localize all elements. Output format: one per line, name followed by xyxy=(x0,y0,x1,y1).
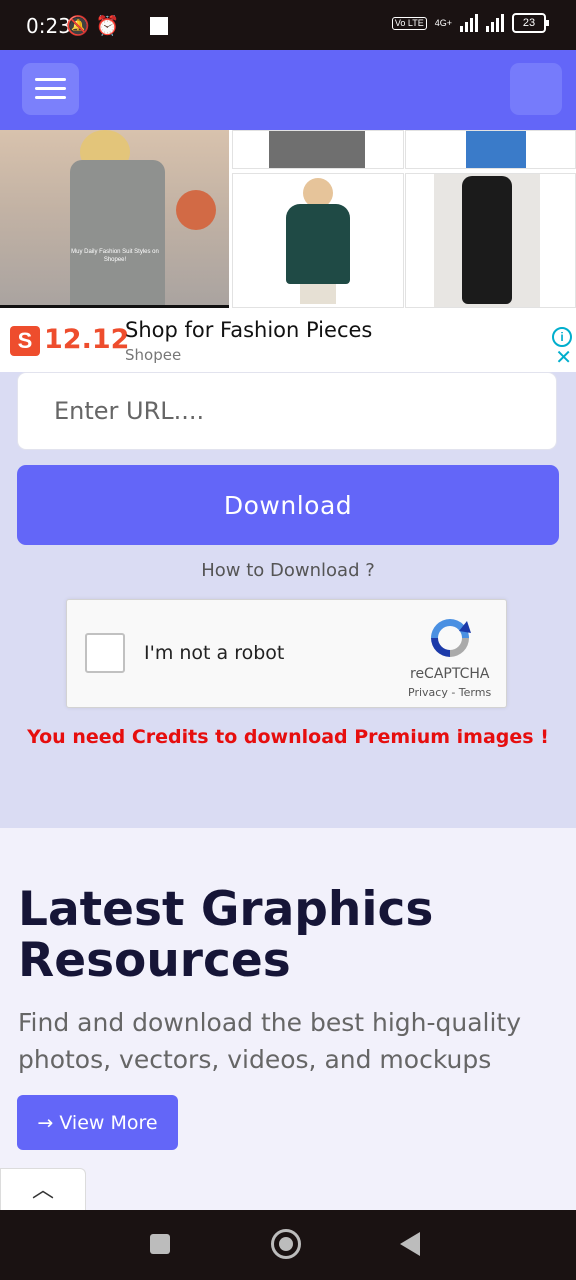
download-form-section: Download How to Download ? I'm not a rob… xyxy=(0,372,576,828)
back-icon[interactable] xyxy=(400,1232,420,1256)
battery-icon: 23 xyxy=(512,13,549,33)
status-bar: 0:23 🔕⏰ Vo LTE 4G+ 23 xyxy=(0,0,576,50)
system-nav-bar xyxy=(0,1210,576,1280)
scroll-to-top-button[interactable]: ︿ xyxy=(0,1168,86,1211)
recaptcha-brand: reCAPTCHA xyxy=(410,666,490,682)
home-icon[interactable] xyxy=(271,1229,301,1259)
latest-resources-section: Latest Graphics Resources Find and downl… xyxy=(0,828,576,1211)
signal-icon xyxy=(460,14,478,32)
header-action-button[interactable] xyxy=(510,63,562,115)
ad-advertiser: Shopee xyxy=(125,346,182,364)
ad-close-icon[interactable]: ✕ xyxy=(555,348,572,368)
download-button[interactable]: Download xyxy=(17,465,559,545)
url-input[interactable] xyxy=(17,372,557,450)
view-more-button[interactable]: → View More xyxy=(17,1095,178,1150)
recaptcha-logo-icon xyxy=(431,619,471,657)
ad-product-image[interactable] xyxy=(232,130,404,169)
section-description: Find and download the best high-quality … xyxy=(18,1008,522,1074)
hamburger-menu-button[interactable] xyxy=(22,63,79,115)
ad-title[interactable]: Shop for Fashion Pieces xyxy=(125,318,372,342)
ad-promo-label: 12.12 xyxy=(44,324,130,355)
ad-product-image[interactable] xyxy=(232,173,404,308)
network-type: 4G+ xyxy=(434,18,452,28)
system-indicators: Vo LTE 4G+ 23 xyxy=(391,13,549,33)
credits-warning: You need Credits to download Premium ima… xyxy=(27,726,549,748)
recent-apps-icon[interactable] xyxy=(150,1234,170,1254)
recaptcha-privacy-terms[interactable]: Privacy - Terms xyxy=(408,686,491,699)
ad-fashion-photo[interactable]: Muy Daily Fashion Suit Styles on Shopee! xyxy=(0,130,229,308)
clock: 0:23 xyxy=(26,14,71,38)
recaptcha-widget: I'm not a robot reCAPTCHA Privacy - Term… xyxy=(66,599,507,708)
volte-icon: Vo LTE xyxy=(391,16,427,30)
how-to-download-link[interactable]: How to Download ? xyxy=(0,560,576,581)
top-header xyxy=(0,50,576,130)
section-title: Latest Graphics Resources xyxy=(18,882,434,988)
app-notification-icon xyxy=(150,17,168,35)
ad-product-image[interactable] xyxy=(405,173,576,308)
ad-info-icon[interactable]: i xyxy=(552,327,572,347)
signal-icon-2 xyxy=(486,14,504,32)
ad-photo-caption: Muy Daily Fashion Suit Styles on Shopee! xyxy=(71,249,159,263)
shopee-logo: S xyxy=(10,326,40,356)
notification-icons: 🔕⏰ xyxy=(66,16,126,37)
ad-product-image[interactable] xyxy=(405,130,576,169)
ad-banner[interactable]: Muy Daily Fashion Suit Styles on Shopee!… xyxy=(0,130,576,372)
ad-text-row[interactable]: S 12.12 Shop for Fashion Pieces Shopee i… xyxy=(0,308,576,372)
recaptcha-label: I'm not a robot xyxy=(144,642,285,664)
recaptcha-checkbox[interactable] xyxy=(85,633,125,673)
